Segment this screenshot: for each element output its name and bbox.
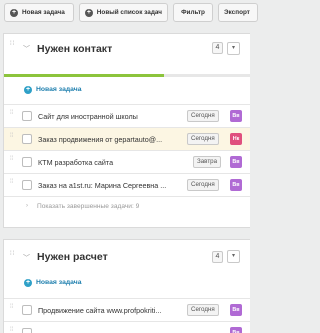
list-title: Нужен контакт [37,43,113,55]
toolbar: + Новая задача + Новый список задач Филь… [0,3,258,23]
chevron-down-icon[interactable]: ﹀ [23,253,30,263]
add-task-link[interactable]: + Новая задача [4,81,250,101]
task-list-panel: ⁞⁞ ﹀ Нужен контакт 4 ▾ + Новая задача ⁞⁞… [3,33,250,228]
task-title[interactable]: Заказ на a1st.ru: Марина Сергеевна ... [38,181,188,190]
task-row[interactable]: ⁞⁞ Продвижение сайта www.profpokriti... … [4,298,250,321]
export-label: Экспорт [224,9,250,16]
task-title[interactable]: КТМ разработка сайта [38,158,188,167]
task-list-panel: ⁞⁞ ﹀ Нужен расчет 4 ▾ + Новая задача ⁞⁞ … [3,239,250,333]
task-count-badge: 4 [212,42,223,54]
chevron-right-icon: › [26,203,28,209]
due-date-badge: Завтра [193,156,222,168]
progress-fill [4,74,164,77]
filter-button[interactable]: Фильтр [173,3,213,22]
plus-icon: + [24,86,32,94]
drag-handle-icon[interactable]: ⁞⁞ [10,41,16,52]
new-task-button[interactable]: + Новая задача [4,3,74,22]
list-progress-bar [4,74,250,77]
task-title[interactable]: Продвижение сайта www.profpokriti... [38,306,188,315]
export-button[interactable]: Экспорт [218,3,258,22]
due-date-badge: Сегодня [187,304,219,316]
assignee-avatar[interactable]: Вв [230,110,242,122]
task-checkbox[interactable] [22,157,32,167]
drag-handle-icon[interactable]: ⁞⁞ [10,251,16,262]
drag-handle-icon[interactable]: ⁞⁞ [10,156,16,162]
list-menu-button[interactable]: ▾ [227,250,240,263]
plus-icon: + [24,279,32,287]
filter-label: Фильтр [181,9,205,16]
drag-handle-icon[interactable]: ⁞⁞ [10,304,16,310]
task-count-badge: 4 [212,251,223,263]
due-date-badge: Сегодня [187,133,219,145]
show-completed-label: Показать завершенные задачи: 9 [37,203,140,210]
assignee-avatar[interactable]: Вв [230,304,242,316]
list-title: Нужен расчет [37,251,108,263]
assignee-avatar[interactable]: Нк [230,133,242,145]
task-row[interactable]: ⁞⁞ КТМ разработка сайта Завтра Вв [4,150,250,173]
add-task-link[interactable]: + Новая задача [4,274,250,294]
plus-icon: + [10,8,18,17]
new-list-label: Новый список задач [96,9,162,16]
due-date-badge: Сегодня [187,110,219,122]
list-header: ⁞⁞ ﹀ Нужен расчет 4 ▾ [4,240,250,266]
task-checkbox[interactable] [22,305,32,315]
drag-handle-icon[interactable]: ⁞⁞ [10,327,16,333]
add-task-label: Новая задача [36,279,82,286]
show-completed-link[interactable]: › Показать завершенные задачи: 9 [4,196,250,216]
drag-handle-icon[interactable]: ⁞⁞ [10,179,16,185]
task-row[interactable]: ⁞⁞ Сайт для иностранной школы Сегодня Вв [4,104,250,127]
new-task-label: Новая задача [22,9,65,16]
due-date-badge: Сегодня [187,179,219,191]
task-checkbox[interactable] [22,111,32,121]
chevron-down-icon[interactable]: ﹀ [23,44,30,54]
task-checkbox[interactable] [22,134,32,144]
new-list-button[interactable]: + Новый список задач [79,3,168,22]
plus-icon: + [85,8,93,17]
task-title[interactable]: Заказ продвижения от gepartauto@... [38,135,188,144]
task-checkbox[interactable] [22,328,32,333]
add-task-label: Новая задача [36,86,82,93]
assignee-avatar[interactable]: Вв [230,327,242,333]
list-header: ⁞⁞ ﹀ Нужен контакт 4 ▾ [4,34,250,60]
task-row[interactable]: ⁞⁞ Вв [4,321,250,333]
task-row[interactable]: ⁞⁞ Заказ продвижения от gepartauto@... С… [4,127,250,150]
task-row[interactable]: ⁞⁞ Заказ на a1st.ru: Марина Сергеевна ..… [4,173,250,196]
assignee-avatar[interactable]: Вв [230,179,242,191]
task-checkbox[interactable] [22,180,32,190]
drag-handle-icon[interactable]: ⁞⁞ [10,110,16,116]
task-title[interactable]: Сайт для иностранной школы [38,112,188,121]
assignee-avatar[interactable]: Вв [230,156,242,168]
list-menu-button[interactable]: ▾ [227,42,240,55]
drag-handle-icon[interactable]: ⁞⁞ [10,133,16,139]
